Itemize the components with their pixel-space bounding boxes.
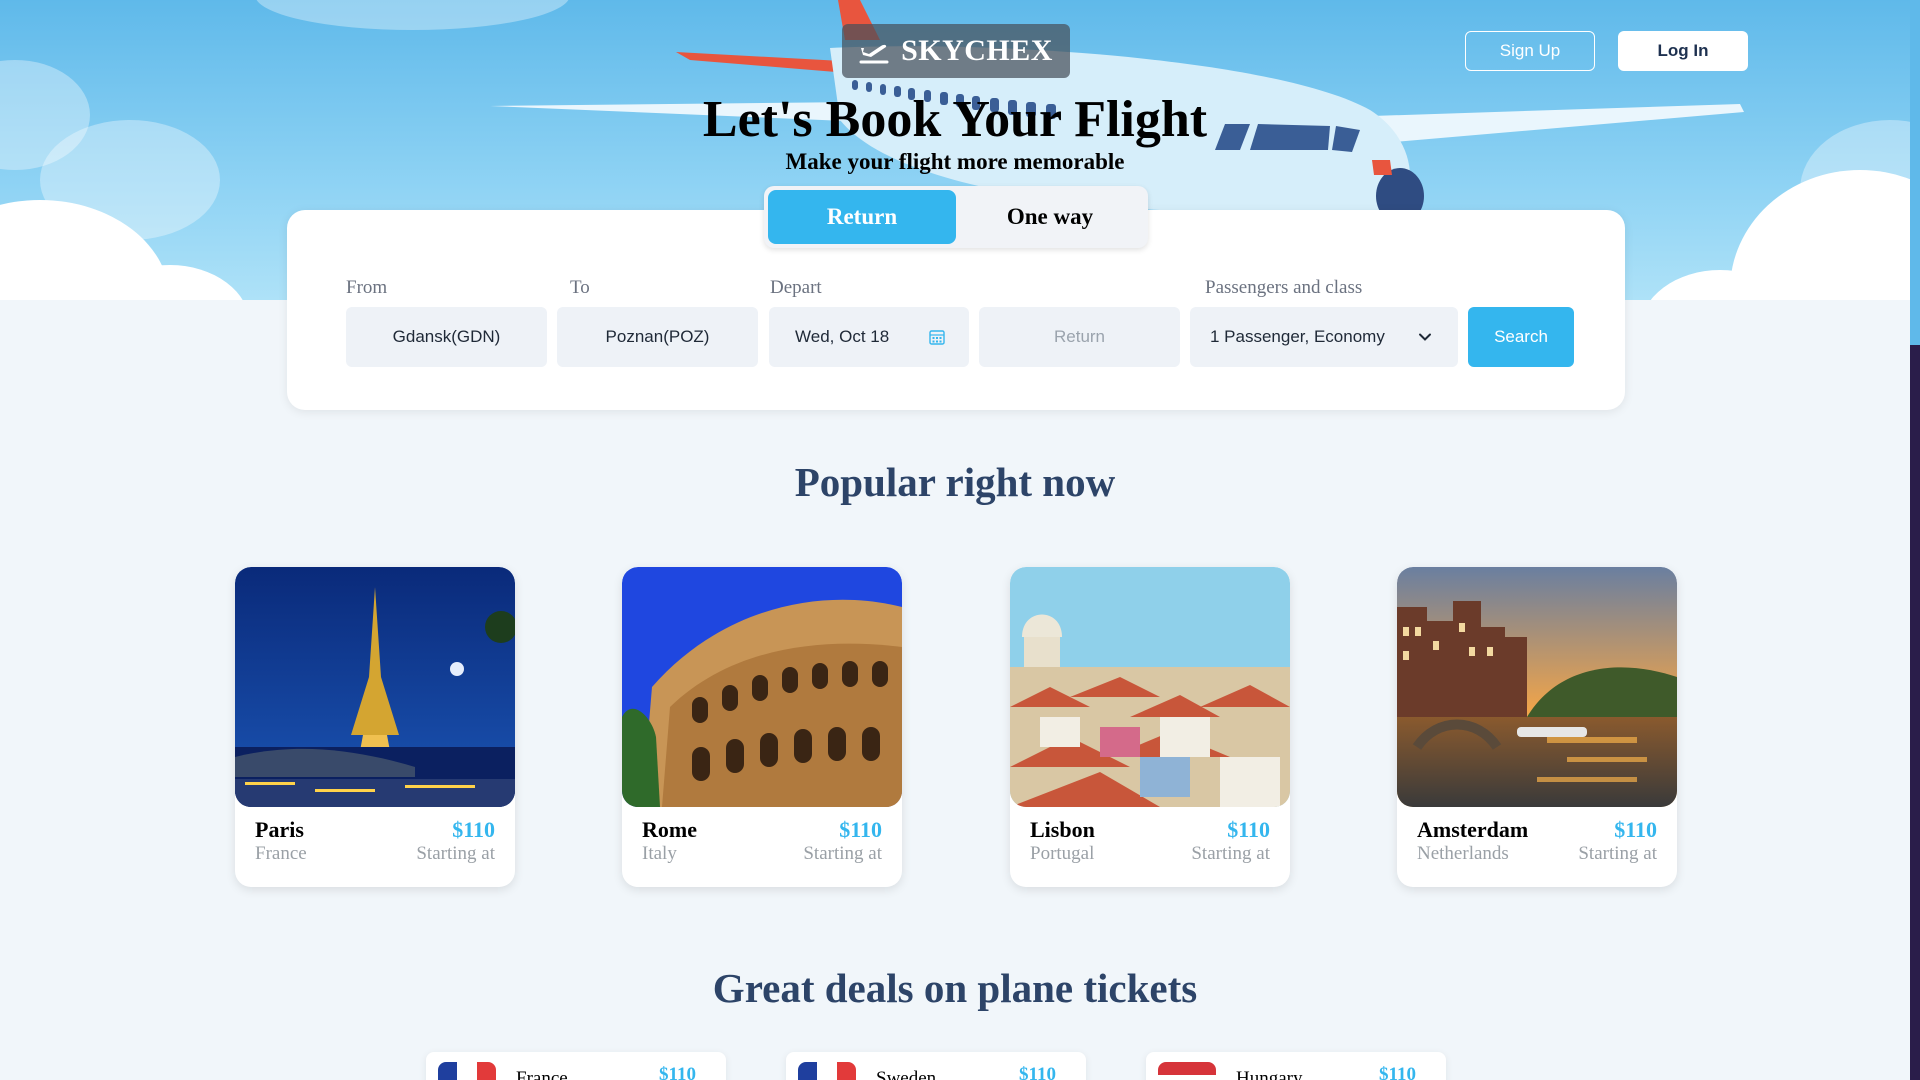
hungary-flag-icon [1158,1062,1216,1080]
deal-item-sweden[interactable]: Sweden $110 [786,1052,1086,1080]
deals-section-title: Great deals on plane tickets [712,965,1198,1011]
card-price: $110 [452,817,495,842]
card-country: Netherlands [1417,843,1509,864]
destination-card-amsterdam[interactable]: Amsterdam Netherlands $110 Starting at [1397,567,1677,887]
calendar-icon[interactable] [929,329,945,350]
search-button[interactable]: Search [1468,307,1574,367]
deal-item-hungary[interactable]: Hungary $110 [1146,1052,1446,1080]
card-city: Rome [642,817,697,842]
destination-card-rome[interactable]: Rome Italy $110 Starting at [622,567,902,887]
card-city: Amsterdam [1417,817,1529,842]
destination-card-lisbon[interactable]: Lisbon Portugal $110 Starting at [1010,567,1290,887]
lisbon-image [1010,567,1290,807]
card-price: $110 [1614,817,1657,842]
france-flag-icon [438,1062,496,1080]
scrollbar-thumb[interactable] [1910,0,1920,345]
logo-text: SKYCHEX [901,34,1053,67]
trip-type-toggle: Return One way [764,186,1148,248]
card-city: Lisbon [1030,817,1095,842]
tab-return[interactable]: Return [768,190,956,244]
rome-image [622,567,902,807]
card-country: Italy [642,843,677,864]
card-country: Portugal [1030,843,1095,864]
deal-country: Hungary [1236,1068,1303,1080]
deal-country: Sweden [876,1068,937,1080]
tab-one-way[interactable]: One way [956,190,1144,244]
log-in-button[interactable]: Log In [1618,31,1748,71]
deal-country: France [516,1068,568,1080]
chevron-down-icon [1418,329,1432,349]
from-label: From [346,277,388,298]
hero-title: Let's Book Your Flight [702,91,1208,148]
site-logo[interactable]: SKYCHEX [842,24,1070,78]
popular-section-title: Popular right now [794,459,1116,505]
depart-date-field[interactable]: Wed, Oct 18 [769,307,969,367]
passengers-class-select[interactable]: 1 Passenger, Economy [1190,307,1458,367]
depart-date-value: Wed, Oct 18 [795,327,890,346]
card-price-note: Starting at [1191,843,1270,864]
card-price: $110 [1227,817,1270,842]
paris-image [235,567,515,807]
passengers-class-value: 1 Passenger, Economy [1210,327,1385,346]
destination-card-paris[interactable]: Paris France $110 Starting at [235,567,515,887]
sweden-flag-icon [798,1062,856,1080]
card-price-note: Starting at [1578,843,1657,864]
hero-subtitle: Make your flight more memorable [785,149,1125,174]
to-field[interactable]: Poznan(POZ) [557,307,758,367]
passengers-label: Passengers and class [1205,277,1363,298]
to-label: To [570,277,590,298]
card-price: $110 [839,817,882,842]
card-city: Paris [255,817,304,842]
amsterdam-image [1397,567,1677,807]
deal-item-france[interactable]: France $110 [426,1052,726,1080]
sign-up-button[interactable]: Sign Up [1465,31,1595,71]
from-field[interactable]: Gdansk(GDN) [346,307,547,367]
scrollbar-track[interactable] [1910,0,1920,1080]
card-country: France [255,843,307,864]
deal-price: $110 [659,1064,696,1080]
return-date-field[interactable]: Return [979,307,1180,367]
card-price-note: Starting at [803,843,882,864]
card-price-note: Starting at [416,843,495,864]
depart-label: Depart [770,277,822,298]
deal-price: $110 [1379,1064,1416,1080]
deal-price: $110 [1019,1064,1056,1080]
plane-takeoff-icon [859,38,889,64]
